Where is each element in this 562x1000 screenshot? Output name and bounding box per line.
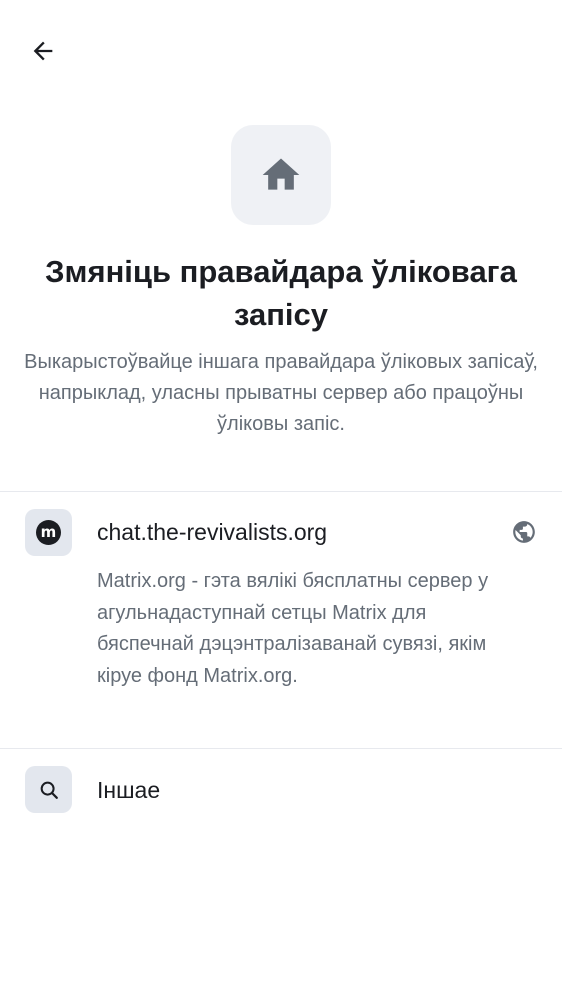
- arrow-left-icon: [33, 41, 53, 61]
- other-provider-option[interactable]: [0, 749, 562, 829]
- search-icon: [40, 781, 58, 799]
- back-button[interactable]: [20, 28, 66, 74]
- globe-icon: [513, 521, 535, 543]
- hero-home-tile: [231, 125, 331, 225]
- other-provider-label: Іншае: [97, 777, 161, 803]
- provider-name: chat.the-revivalists.org: [97, 519, 328, 545]
- matrix-logo-icon: m: [36, 520, 61, 545]
- provider-icon-tile: m: [25, 509, 72, 556]
- page-title: Змяніць правайдара ўліковага запісу: [45, 254, 517, 332]
- page-subtitle: Выкарыстоўвайце іншага правайдара ўліков…: [24, 351, 538, 435]
- provider-description: Matrix.org - гэта вялікі бясплатны серве…: [97, 570, 489, 687]
- home-icon: [262, 158, 300, 190]
- other-icon-tile: [25, 766, 72, 813]
